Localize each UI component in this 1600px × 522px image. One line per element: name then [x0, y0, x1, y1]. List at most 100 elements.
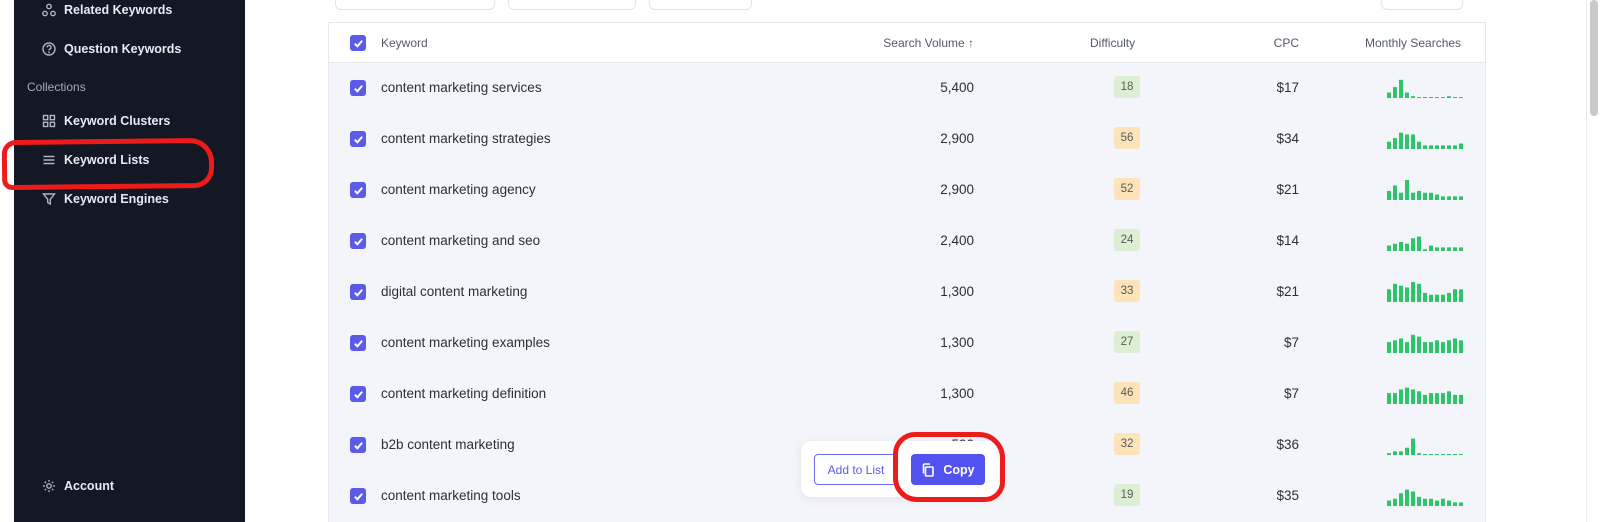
check-icon [353, 39, 363, 48]
sparkline-bar [1411, 282, 1415, 302]
difficulty-badge: 27 [1114, 331, 1140, 353]
keyword-cell: content marketing tools [381, 488, 521, 503]
sparkline-bar [1423, 292, 1427, 302]
scrollbar-thumb[interactable] [1590, 0, 1598, 116]
search-volume-cell: 1,300 [940, 284, 974, 299]
header-keyword[interactable]: Keyword [381, 36, 428, 50]
keyword-cell: content marketing agency [381, 182, 536, 197]
sparkline-bar [1447, 196, 1451, 200]
sidebar-item-label: Question Keywords [64, 42, 182, 56]
sidebar: Related Keywords Question Keywords Colle… [14, 0, 245, 522]
collections-section-title: Collections [27, 80, 86, 94]
sidebar-item-keyword-clusters[interactable]: Keyword Clusters [42, 109, 170, 133]
sparkline-bar [1387, 393, 1391, 404]
sidebar-item-keyword-lists[interactable]: Keyword Lists [42, 148, 149, 172]
sparkline-bar [1387, 141, 1391, 149]
monthly-searches-sparkline [1387, 334, 1463, 353]
cpc-cell: $35 [1276, 488, 1299, 503]
table-row[interactable]: content marketing services 5,400 18 $17 [329, 63, 1485, 115]
row-checkbox[interactable] [350, 233, 366, 249]
row-checkbox[interactable] [350, 335, 366, 351]
sparkline-bar [1423, 145, 1427, 149]
sparkline-bar [1405, 134, 1409, 149]
copy-button[interactable]: Copy [911, 454, 985, 485]
sparkline-bar [1447, 145, 1451, 149]
difficulty-badge: 18 [1114, 76, 1140, 98]
sparkline-bar [1423, 249, 1427, 251]
row-checkbox[interactable] [350, 437, 366, 453]
header-cpc[interactable]: CPC [1274, 36, 1299, 50]
sparkline-bar [1435, 247, 1439, 251]
sparkline-bar [1393, 451, 1397, 455]
sparkline-bar [1447, 454, 1451, 455]
sparkline-bar [1459, 196, 1463, 200]
sparkline-bar [1393, 283, 1397, 302]
difficulty-badge: 56 [1114, 127, 1140, 149]
table-row[interactable]: digital content marketing 1,300 33 $21 [329, 267, 1485, 319]
sparkline-bar [1447, 340, 1451, 353]
sparkline-bar [1453, 394, 1457, 404]
sparkline-bar [1387, 289, 1391, 302]
sparkline-bar [1393, 243, 1397, 251]
table-row[interactable]: content marketing definition 1,300 46 $7 [329, 369, 1485, 421]
select-all-checkbox[interactable] [350, 35, 366, 51]
sparkline-bar [1417, 141, 1421, 149]
difficulty-badge: 32 [1114, 433, 1140, 455]
sparkline-bar [1429, 192, 1433, 200]
header-monthly-searches[interactable]: Monthly Searches [1365, 36, 1461, 50]
sidebar-item-account[interactable]: Account [42, 474, 114, 498]
toolbar-control[interactable] [649, 0, 752, 10]
row-checkbox[interactable] [350, 131, 366, 147]
toolbar-control[interactable] [508, 0, 636, 10]
page-scrollbar[interactable] [1586, 0, 1600, 522]
row-checkbox[interactable] [350, 488, 366, 504]
sidebar-item-related-keywords[interactable]: Related Keywords [42, 0, 172, 22]
search-volume-cell: 1,300 [940, 386, 974, 401]
header-search-volume[interactable]: Search Volume ↑ [883, 36, 974, 50]
sidebar-item-question-keywords[interactable]: Question Keywords [42, 37, 181, 61]
sparkline-bar [1411, 438, 1415, 455]
sparkline-bar [1441, 97, 1445, 98]
sparkline-bar [1441, 196, 1445, 200]
sparkline-bar [1429, 498, 1433, 506]
toolbar-control[interactable] [1381, 0, 1463, 10]
sparkline-bar [1393, 138, 1397, 149]
copy-icon [923, 462, 935, 477]
search-volume-cell: 2,900 [940, 182, 974, 197]
table-row[interactable]: content marketing strategies 2,900 56 $34 [329, 114, 1485, 166]
list-icon [42, 153, 56, 167]
check-icon [353, 339, 363, 348]
sparkline-bar [1423, 394, 1427, 404]
sparkline-bar [1387, 190, 1391, 200]
row-checkbox[interactable] [350, 182, 366, 198]
sparkline-bar [1411, 134, 1415, 149]
sidebar-item-keyword-engines[interactable]: Keyword Engines [42, 187, 169, 211]
sparkline-bar [1393, 185, 1397, 200]
sparkline-bar [1387, 500, 1391, 506]
sparkline-bar [1393, 340, 1397, 353]
sparkline-bar [1387, 453, 1391, 455]
sparkline-bar [1441, 498, 1445, 506]
check-icon [353, 135, 363, 144]
sparkline-bar [1453, 145, 1457, 149]
sparkline-bar [1435, 454, 1439, 455]
sparkline-bar [1459, 454, 1463, 455]
cpc-cell: $21 [1276, 182, 1299, 197]
cpc-cell: $21 [1276, 284, 1299, 299]
row-checkbox[interactable] [350, 386, 366, 402]
cpc-cell: $34 [1276, 131, 1299, 146]
row-checkbox[interactable] [350, 80, 366, 96]
keyword-cell: content marketing examples [381, 335, 550, 350]
add-to-list-button[interactable]: Add to List [814, 454, 898, 485]
header-difficulty[interactable]: Difficulty [1090, 36, 1135, 50]
table-row[interactable]: content marketing and seo 2,400 24 $14 [329, 216, 1485, 268]
sparkline-bar [1387, 92, 1391, 98]
row-checkbox[interactable] [350, 284, 366, 300]
sparkline-bar [1453, 97, 1457, 98]
search-volume-cell: 2,400 [940, 233, 974, 248]
toolbar-control[interactable] [335, 0, 495, 10]
cpc-cell: $7 [1283, 335, 1299, 350]
table-row[interactable]: content marketing agency 2,900 52 $21 [329, 165, 1485, 217]
sidebar-item-label: Account [64, 479, 114, 493]
table-row[interactable]: content marketing examples 1,300 27 $7 [329, 318, 1485, 370]
